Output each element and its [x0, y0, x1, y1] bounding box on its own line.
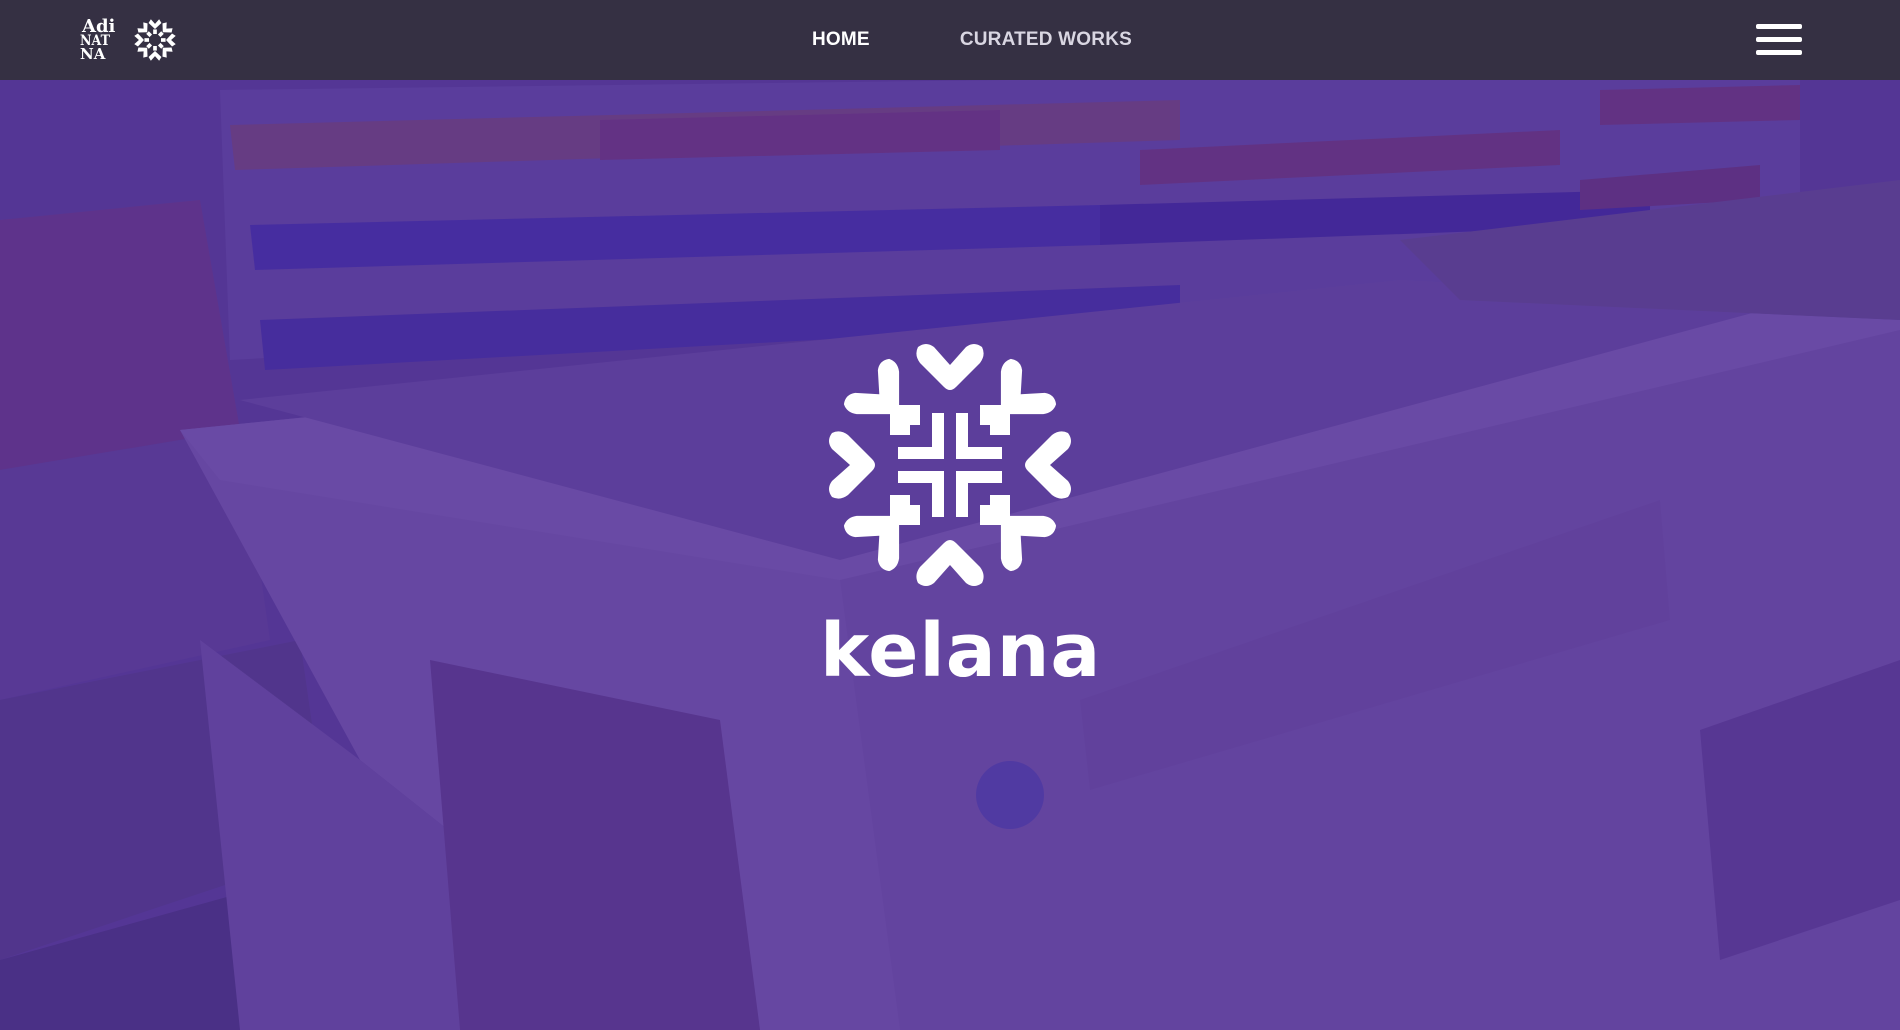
brand-name: kelana	[820, 608, 1102, 694]
hamburger-bar	[1756, 50, 1802, 55]
hero-brand: kelana	[820, 340, 1102, 694]
hamburger-bar	[1756, 24, 1802, 29]
hamburger-bar	[1756, 37, 1802, 42]
site-logo[interactable]: Adi NAT NA	[80, 18, 178, 62]
logo-text-line3: NA	[80, 45, 106, 63]
nav-home-link[interactable]: HOME	[812, 29, 870, 51]
kelana-snowflake-icon	[829, 344, 1071, 586]
main-nav: HOME CURATED WORKS	[812, 0, 1132, 80]
top-navbar: Adi NAT NA HOME CURATED WORKS	[0, 0, 1900, 80]
nav-curated-works-link[interactable]: CURATED WORKS	[960, 29, 1132, 51]
adinata-logo: Adi NAT NA	[80, 18, 126, 62]
hamburger-menu-icon[interactable]	[1756, 22, 1804, 58]
kelana-snowflake-icon	[134, 19, 176, 61]
